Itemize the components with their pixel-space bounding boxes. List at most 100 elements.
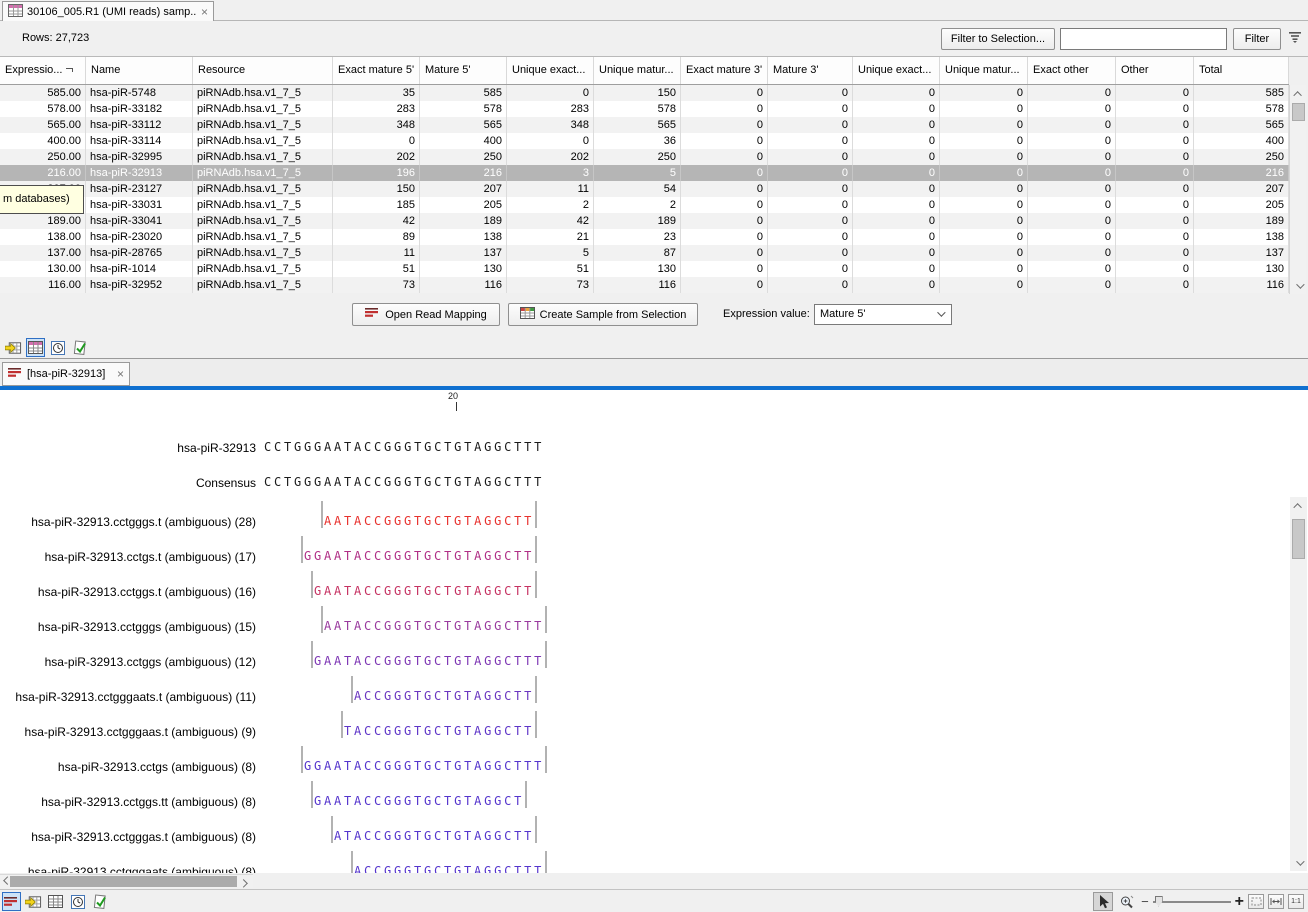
column-header[interactable]: Unique matur... [940,57,1028,84]
open-read-mapping-button[interactable]: Open Read Mapping [352,303,500,326]
scroll-down-icon[interactable] [1291,855,1306,870]
zoom-in-tool-icon[interactable] [1117,892,1137,911]
table-cell: 0 [681,229,768,245]
marquee-zoom-icon[interactable] [1248,894,1264,909]
element-info-icon[interactable] [90,892,109,911]
scrollbar-thumb[interactable] [1292,519,1305,559]
history-clock-icon[interactable] [48,338,67,357]
table-cell: 0 [681,149,768,165]
consensus-sequence[interactable]: CCTGGGAATACCGGGTGCTGTAGGCTTT [264,475,544,489]
scrollbar-thumb[interactable] [10,876,237,887]
scroll-up-icon[interactable] [1291,498,1306,513]
rows-count-label: Rows: 27,723 [22,32,89,44]
read-sequence[interactable]: AATACCGGGTGCTGTAGGCTT [324,514,534,528]
column-header[interactable]: Expressio... [0,57,86,84]
zoom-100-button[interactable]: 1:1 [1288,894,1304,909]
table-row[interactable]: 137.00hsa-piR-28765piRNAdb.hsa.v1_7_5111… [0,245,1289,261]
scroll-down-icon[interactable] [1291,278,1306,293]
graphical-view-icon[interactable] [2,892,21,911]
table-cell: 0 [940,117,1028,133]
read-row: hsa-piR-32913.cctgs (ambiguous) (8)GGAAT… [0,759,1308,775]
table-row[interactable]: 585.00hsa-piR-5748piRNAdb.hsa.v1_7_53558… [0,85,1289,101]
table-row[interactable]: 216.00hsa-piR-32913piRNAdb.hsa.v1_7_5196… [0,165,1289,181]
fit-width-icon[interactable] [1268,894,1284,909]
export-table-icon[interactable] [4,338,23,357]
close-icon[interactable]: × [201,5,208,19]
scrollbar-thumb[interactable] [1292,103,1305,121]
table-view-icon[interactable] [46,892,65,911]
export-table-icon[interactable] [24,892,43,911]
table-row[interactable]: 565.00hsa-piR-33112piRNAdb.hsa.v1_7_5348… [0,117,1289,133]
column-header[interactable]: Name [86,57,193,84]
table-cell: 137 [1194,245,1289,261]
column-header[interactable]: Unique matur... [594,57,681,84]
table-cell: 578 [1194,101,1289,117]
tab-expression-table[interactable]: 30106_005.R1 (UMI reads) samp... × [2,1,214,21]
table-row[interactable]: 138.00hsa-piR-23020piRNAdb.hsa.v1_7_5891… [0,229,1289,245]
tab-read-mapping[interactable]: [hsa-piR-32913] × [2,362,130,386]
filter-to-selection-button[interactable]: Filter to Selection... [941,28,1055,50]
column-header[interactable]: Exact mature 3' [681,57,768,84]
table-row[interactable]: 250.00hsa-piR-32995piRNAdb.hsa.v1_7_5202… [0,149,1289,165]
read-sequence[interactable]: ATACCGGGTGCTGTAGGCTT [334,829,534,843]
table-cell: 0 [853,277,940,293]
column-header[interactable]: Mature 5' [420,57,507,84]
column-header[interactable]: Unique exact... [853,57,940,84]
expression-value-dropdown[interactable]: Mature 5' [814,304,952,325]
column-header[interactable]: Other [1116,57,1194,84]
read-sequence[interactable]: TACCGGGTGCTGTAGGCTT [344,724,534,738]
read-label: hsa-piR-32913.cctggs.t (ambiguous) (16) [0,585,256,599]
read-sequence[interactable]: AATACCGGGTGCTGTAGGCTTT [324,619,544,633]
filter-input[interactable] [1060,28,1227,50]
reference-sequence[interactable]: CCTGGGAATACCGGGTGCTGTAGGCTTT [264,440,544,454]
filter-button[interactable]: Filter [1233,28,1281,50]
column-header[interactable]: Exact other [1028,57,1116,84]
table-cell: 0 [768,149,853,165]
close-icon[interactable]: × [117,367,124,381]
table-row[interactable]: 130.00hsa-piR-1014piRNAdb.hsa.v1_7_55113… [0,261,1289,277]
table-cell: 0 [1028,181,1116,197]
table-header[interactable]: Expressio...NameResourceExact mature 5'M… [0,57,1289,85]
read-sequence[interactable]: GAATACCGGGTGCTGTAGGCT [314,794,524,808]
table-cell: 0 [853,133,940,149]
history-clock-icon[interactable] [68,892,87,911]
mapping-scrollbar[interactable] [1290,497,1307,871]
read-sequence[interactable]: ACCGGGTGCTGTAGGCTTT [354,864,544,873]
slider-track[interactable] [1153,901,1231,903]
table-scrollbar[interactable] [1289,85,1306,294]
table-row[interactable]: 116.00hsa-piR-32952piRNAdb.hsa.v1_7_5731… [0,277,1289,293]
slider-thumb[interactable] [1155,896,1163,907]
table-row[interactable]: 207.00hsa-piR-23127piRNAdb.hsa.v1_7_5150… [0,181,1289,197]
table-cell: 0 [1028,229,1116,245]
read-sequence[interactable]: ACCGGGTGCTGTAGGCTT [354,689,534,703]
table-row[interactable]: 400.00hsa-piR-33114piRNAdb.hsa.v1_7_5040… [0,133,1289,149]
read-sequence[interactable]: GAATACCGGGTGCTGTAGGCTT [314,584,534,598]
column-header[interactable]: Exact mature 5' [333,57,420,84]
read-sequence[interactable]: GGAATACCGGGTGCTGTAGGCTT [304,549,534,563]
zoom-controls: − + 1:1 [1093,891,1304,912]
table-row[interactable]: 578.00hsa-piR-33182piRNAdb.hsa.v1_7_5283… [0,101,1289,117]
scroll-right-icon[interactable] [239,876,251,888]
column-header[interactable]: Unique exact... [507,57,594,84]
column-header[interactable]: Total [1194,57,1289,84]
read-row: hsa-piR-32913.cctgggs.t (ambiguous) (28)… [0,514,1308,530]
scroll-up-icon[interactable] [1291,86,1306,101]
table-row[interactable]: 205.00hsa-piR-33031piRNAdb.hsa.v1_7_5185… [0,197,1289,213]
read-sequence[interactable]: GAATACCGGGTGCTGTAGGCTTT [314,654,544,668]
labels-horizontal-scrollbar[interactable] [0,874,253,888]
create-sample-button[interactable]: Create Sample from Selection [508,303,698,326]
consensus-row: ConsensusCCTGGGAATACCGGGTGCTGTAGGCTTT [0,475,1308,491]
column-header[interactable]: Mature 3' [768,57,853,84]
read-sequence[interactable]: GGAATACCGGGTGCTGTAGGCTTT [304,759,544,773]
zoom-in-icon[interactable]: + [1235,893,1244,911]
zoom-slider[interactable] [1153,896,1231,908]
column-header[interactable]: Resource [193,57,333,84]
element-info-icon[interactable] [70,338,89,357]
table-view-icon[interactable] [26,338,45,357]
table-row[interactable]: 189.00hsa-piR-33041piRNAdb.hsa.v1_7_5421… [0,213,1289,229]
table-cell: piRNAdb.hsa.v1_7_5 [193,133,333,149]
zoom-out-icon[interactable]: − [1141,894,1149,909]
selection-cursor-icon[interactable] [1093,892,1113,911]
table-cell: 0 [768,229,853,245]
advanced-filter-icon[interactable] [1288,31,1302,46]
